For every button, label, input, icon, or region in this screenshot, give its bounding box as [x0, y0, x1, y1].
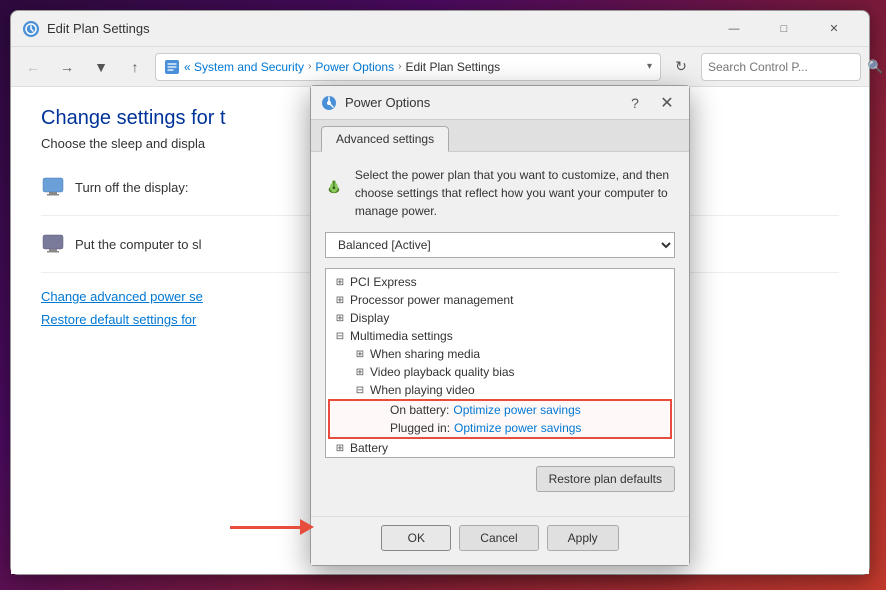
bg-titlebar-icon — [23, 21, 39, 37]
dialog-description: Select the power plan that you want to c… — [325, 166, 675, 220]
titlebar-controls: — □ ✕ — [711, 15, 857, 43]
dialog-title: Power Options — [345, 95, 615, 110]
tree-item-sharing[interactable]: ⊞ When sharing media — [326, 345, 674, 363]
on-battery-value: Optimize power savings — [453, 403, 580, 417]
highlight-plugged-in[interactable]: Plugged in: Optimize power savings — [330, 419, 670, 437]
minimize-button[interactable]: — — [711, 15, 757, 43]
dialog-icon — [321, 95, 337, 111]
tree-label-processor: Processor power management — [350, 293, 666, 307]
search-icon: 🔍 — [867, 59, 883, 75]
dialog-body: Select the power plan that you want to c… — [311, 152, 689, 516]
plan-selector: Balanced [Active] Power saver High perfo… — [325, 232, 675, 258]
arrow-head — [300, 519, 314, 535]
sleep-label: Put the computer to sl — [75, 237, 201, 252]
arrow-annotation — [230, 519, 314, 535]
plugged-in-label: Plugged in: — [390, 421, 450, 435]
sleep-icon — [41, 232, 65, 256]
settings-tree[interactable]: ⊞ PCI Express ⊞ Processor power manageme… — [325, 268, 675, 458]
plan-dropdown-container[interactable]: Balanced [Active] Power saver High perfo… — [325, 232, 675, 258]
restore-defaults-link[interactable]: Restore default settings for — [41, 312, 196, 327]
dialog-titlebar: Power Options ? ✕ — [311, 86, 689, 120]
expand-playing-icon: ⊟ — [354, 385, 366, 396]
control-panel-icon — [164, 59, 180, 75]
power-icon-large — [325, 166, 343, 206]
tree-label-playing-video: When playing video — [370, 383, 666, 397]
tree-label-battery: Battery — [350, 441, 666, 455]
back-button[interactable]: ← — [19, 53, 47, 81]
maximize-button[interactable]: □ — [761, 15, 807, 43]
apply-button[interactable]: Apply — [547, 525, 619, 551]
plan-dropdown[interactable]: Balanced [Active] Power saver High perfo… — [325, 232, 675, 258]
tree-label-video-quality: Video playback quality bias — [370, 365, 666, 379]
tree-item-battery[interactable]: ⊞ Battery — [326, 439, 674, 457]
expand-video-quality-icon: ⊞ — [354, 367, 366, 378]
tree-label-pci: PCI Express — [350, 275, 666, 289]
bg-titlebar: Edit Plan Settings — □ ✕ — [11, 11, 869, 47]
breadcrumb-system[interactable]: « System and Security — [184, 60, 304, 74]
dialog-description-text: Select the power plan that you want to c… — [355, 166, 675, 220]
refresh-button[interactable]: ↻ — [667, 53, 695, 81]
dialog-tabs: Advanced settings — [311, 120, 689, 152]
dialog-help-button[interactable]: ? — [623, 91, 647, 115]
tree-item-multimedia[interactable]: ⊟ Multimedia settings — [326, 327, 674, 345]
display-icon — [41, 175, 65, 199]
bg-window-title: Edit Plan Settings — [47, 21, 703, 36]
ok-button[interactable]: OK — [381, 525, 451, 551]
power-options-dialog: Power Options ? ✕ Advanced settings Sele… — [310, 85, 690, 566]
expand-display-icon: ⊞ — [334, 313, 346, 324]
search-input[interactable] — [708, 60, 863, 74]
arrow-shaft — [230, 526, 300, 529]
tree-item-pci[interactable]: ⊞ PCI Express — [326, 273, 674, 291]
address-bar: ← → ▼ ↑ « System and Security › Power Op… — [11, 47, 869, 87]
tree-label-display: Display — [350, 311, 666, 325]
change-advanced-link[interactable]: Change advanced power se — [41, 289, 203, 304]
plugged-in-value: Optimize power savings — [454, 421, 581, 435]
expand-battery-icon: ⊞ — [334, 443, 346, 454]
tree-item-playing-video[interactable]: ⊟ When playing video — [326, 381, 674, 399]
forward-button[interactable]: → — [53, 53, 81, 81]
dropdown-arrow-icon: ▾ — [647, 61, 652, 72]
cancel-button[interactable]: Cancel — [459, 525, 538, 551]
restore-plan-defaults-button[interactable]: Restore plan defaults — [536, 466, 675, 492]
restore-btn-container: Restore plan defaults — [325, 466, 675, 492]
address-path[interactable]: « System and Security › Power Options › … — [155, 53, 661, 81]
expand-sharing-icon: ⊞ — [354, 349, 366, 360]
breadcrumb-current: Edit Plan Settings — [405, 60, 500, 74]
tree-item-video-quality[interactable]: ⊞ Video playback quality bias — [326, 363, 674, 381]
dialog-close-button[interactable]: ✕ — [655, 91, 679, 115]
highlight-on-battery[interactable]: On battery: Optimize power savings — [330, 401, 670, 419]
up-button[interactable]: ↑ — [121, 53, 149, 81]
recent-locations-button[interactable]: ▼ — [87, 53, 115, 81]
close-button[interactable]: ✕ — [811, 15, 857, 43]
expand-multimedia-icon: ⊟ — [334, 331, 346, 342]
tab-advanced-settings[interactable]: Advanced settings — [321, 126, 449, 152]
highlight-box: On battery: Optimize power savings Plugg… — [328, 399, 672, 439]
expand-pci-icon: ⊞ — [334, 277, 346, 288]
expand-processor-icon: ⊞ — [334, 295, 346, 306]
tree-label-multimedia: Multimedia settings — [350, 329, 666, 343]
breadcrumb-power[interactable]: Power Options — [315, 60, 394, 74]
display-label: Turn off the display: — [75, 180, 188, 195]
tree-item-processor[interactable]: ⊞ Processor power management — [326, 291, 674, 309]
tree-item-display[interactable]: ⊞ Display — [326, 309, 674, 327]
dialog-actions: OK Cancel Apply — [311, 516, 689, 565]
tree-label-sharing: When sharing media — [370, 347, 666, 361]
search-box[interactable]: 🔍 — [701, 53, 861, 81]
on-battery-label: On battery: — [390, 403, 449, 417]
